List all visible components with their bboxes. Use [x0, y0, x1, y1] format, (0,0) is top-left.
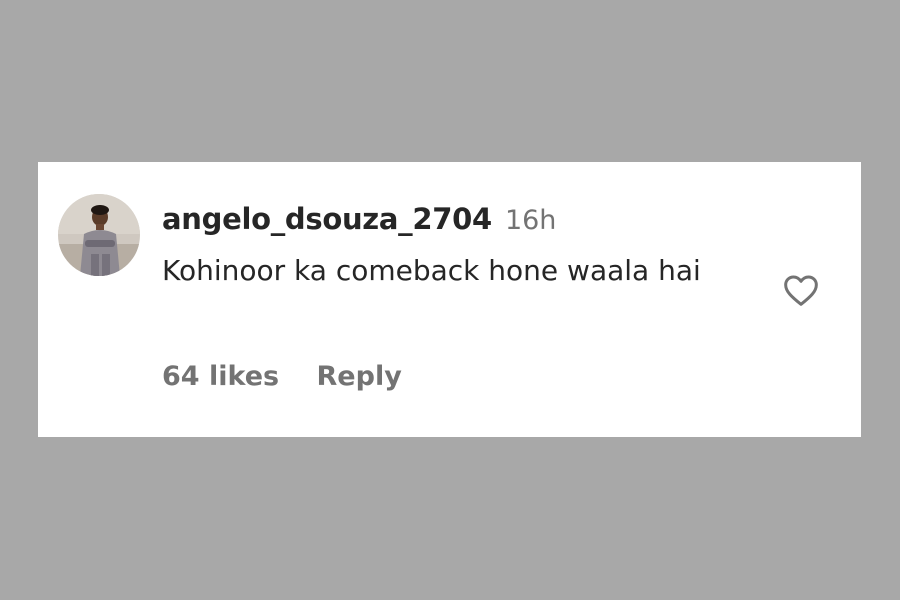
comment-timestamp: 16h — [504, 205, 557, 236]
reply-button[interactable]: Reply — [317, 358, 402, 396]
comment-header: angelo_dsouza_2704 16h — [162, 200, 556, 243]
likes-count[interactable]: 64 likes — [162, 358, 279, 396]
username-link[interactable]: angelo_dsouza_2704 — [162, 202, 492, 236]
heart-outline-icon — [784, 275, 818, 306]
avatar-photo — [58, 194, 140, 276]
avatar[interactable] — [58, 194, 140, 276]
like-button[interactable] — [780, 270, 822, 310]
comment-text: Kohinoor ka comeback hone waala hai — [162, 254, 701, 287]
page-background: angelo_dsouza_2704 16h Kohinoor ka comeb… — [0, 0, 900, 600]
comment-card: angelo_dsouza_2704 16h Kohinoor ka comeb… — [38, 162, 861, 437]
comment-actions: 64 likes Reply — [162, 358, 402, 396]
